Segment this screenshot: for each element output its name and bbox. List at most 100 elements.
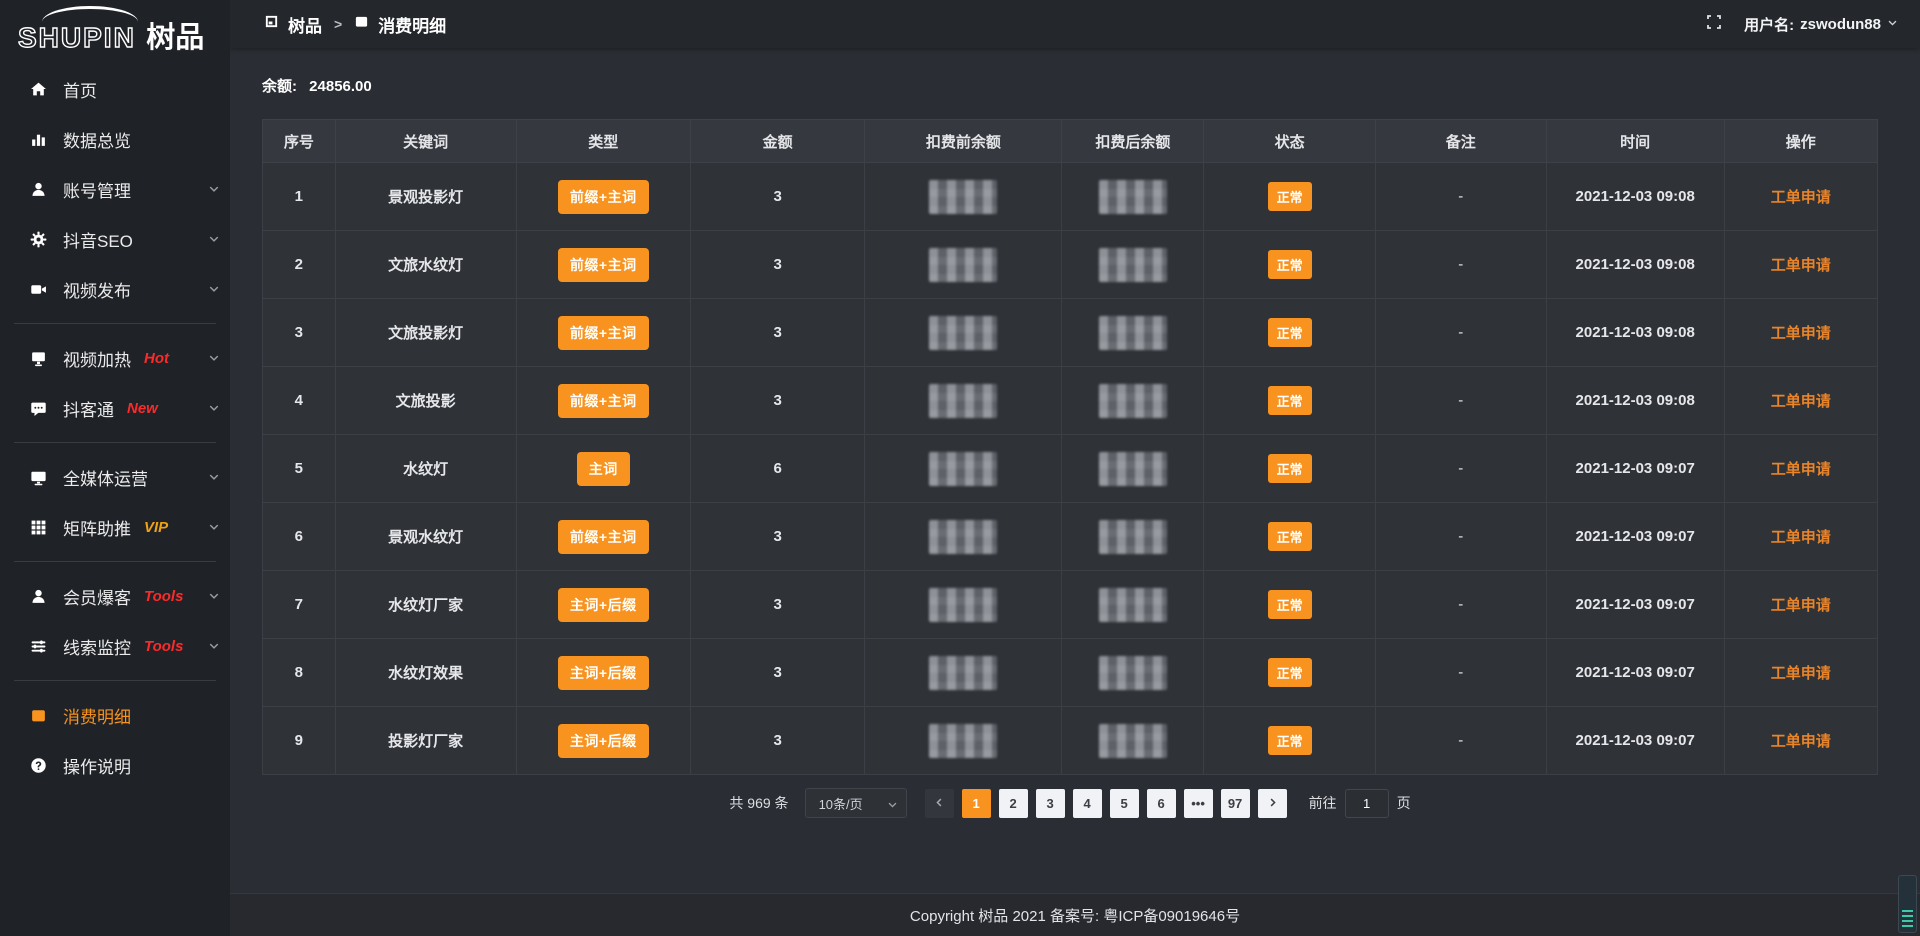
sidebar-item-会员爆客[interactable]: 会员爆客Tools: [0, 571, 230, 621]
cell-remark: -: [1375, 367, 1546, 435]
chevron-down-icon: [208, 352, 220, 364]
chevron-down-icon: [208, 590, 220, 602]
next-page-button[interactable]: [1258, 789, 1287, 818]
heat-icon: [28, 348, 48, 368]
chevron-down-icon: [208, 183, 220, 195]
chevron-down-icon: [208, 233, 220, 245]
sidebar-item-线索监控[interactable]: 线索监控Tools: [0, 621, 230, 671]
cell-action: 工单申请: [1724, 163, 1878, 231]
sidebar-item-首页[interactable]: 首页: [0, 64, 230, 114]
page-size-value: 10条/页: [819, 794, 863, 813]
sidebar-item-矩阵助推[interactable]: 矩阵助推VIP: [0, 502, 230, 552]
table-row: 7水纹灯厂家主词+后缀3正常-2021-12-03 09:07工单申请: [263, 571, 1878, 639]
sidebar-item-数据总览[interactable]: 数据总览: [0, 114, 230, 164]
cell-remark: -: [1375, 435, 1546, 503]
sidebar-item-视频加热[interactable]: 视频加热Hot: [0, 333, 230, 383]
cell-keyword: 文旅投影灯: [335, 299, 516, 367]
ticket-apply-link[interactable]: 工单申请: [1771, 597, 1831, 614]
sidebar: SHUPIN 树品 首页数据总览账号管理抖音SEO视频发布视频加热Hot抖客通N…: [0, 0, 230, 936]
cell-amount: 6: [690, 435, 864, 503]
user-dropdown[interactable]: 用户名: zswodun88: [1744, 14, 1898, 35]
table-row: 5水纹灯主词6正常-2021-12-03 09:07工单申请: [263, 435, 1878, 503]
fullscreen-icon[interactable]: [1706, 14, 1722, 35]
cell-balance-after: [1062, 707, 1204, 775]
page-button-4[interactable]: 4: [1073, 789, 1102, 818]
sidebar-item-视频发布[interactable]: 视频发布: [0, 264, 230, 314]
pagination: 共 969 条 10条/页 123456•••97 前往 页: [262, 788, 1878, 818]
ticket-apply-link[interactable]: 工单申请: [1771, 665, 1831, 682]
type-badge: 前缀+主词: [558, 180, 649, 214]
breadcrumb-home[interactable]: 树品: [288, 12, 322, 37]
sidebar-item-抖音SEO[interactable]: 抖音SEO: [0, 214, 230, 264]
ticket-apply-link[interactable]: 工单申请: [1771, 529, 1831, 546]
ticket-apply-link[interactable]: 工单申请: [1771, 257, 1831, 274]
floating-widget[interactable]: [1898, 875, 1917, 933]
page-button-3[interactable]: 3: [1036, 789, 1065, 818]
ticket-apply-link[interactable]: 工单申请: [1771, 189, 1831, 206]
type-badge: 主词+后缀: [558, 656, 649, 690]
cell-no: 7: [263, 571, 336, 639]
sidebar-item-账号管理[interactable]: 账号管理: [0, 164, 230, 214]
type-badge: 前缀+主词: [558, 520, 649, 554]
type-badge: 前缀+主词: [558, 384, 649, 418]
cell-status: 正常: [1204, 639, 1375, 707]
page-button-1[interactable]: 1: [962, 789, 991, 818]
ticket-apply-link[interactable]: 工单申请: [1771, 393, 1831, 410]
page-button-97[interactable]: 97: [1221, 789, 1250, 818]
cell-keyword: 水纹灯效果: [335, 639, 516, 707]
column-header-操作: 操作: [1724, 120, 1878, 163]
table-body: 1景观投影灯前缀+主词3正常-2021-12-03 09:08工单申请2文旅水纹…: [263, 163, 1878, 775]
sidebar-item-label: 会员爆客: [63, 584, 131, 609]
prev-page-button[interactable]: [925, 789, 954, 818]
home-icon: [28, 79, 48, 99]
sidebar-item-label: 操作说明: [63, 753, 131, 778]
cell-balance-after: [1062, 367, 1204, 435]
cell-remark: -: [1375, 503, 1546, 571]
sidebar-item-label: 全媒体运营: [63, 465, 148, 490]
masked-balance-before: [929, 452, 997, 486]
cell-no: 5: [263, 435, 336, 503]
sidebar-divider: [14, 561, 216, 562]
sidebar-item-全媒体运营[interactable]: 全媒体运营: [0, 452, 230, 502]
status-badge: 正常: [1268, 182, 1312, 211]
logo-text-en: SHUPIN: [18, 22, 136, 53]
chevron-down-icon: [208, 521, 220, 533]
masked-balance-after: [1099, 316, 1167, 350]
gear-icon: [28, 229, 48, 249]
status-badge: 正常: [1268, 658, 1312, 687]
cell-type: 前缀+主词: [516, 503, 690, 571]
cell-time: 2021-12-03 09:07: [1546, 707, 1724, 775]
page-button-5[interactable]: 5: [1110, 789, 1139, 818]
column-header-关键词: 关键词: [335, 120, 516, 163]
sidebar-item-消费明细[interactable]: 消费明细: [0, 690, 230, 740]
cell-amount: 3: [690, 231, 864, 299]
balance-value: 24856.00: [309, 78, 372, 95]
masked-balance-before: [929, 248, 997, 282]
chevron-down-icon: [208, 402, 220, 414]
page-button-2[interactable]: 2: [999, 789, 1028, 818]
sidebar-item-label: 首页: [63, 77, 97, 102]
cell-remark: -: [1375, 231, 1546, 299]
sidebar-item-抖客通[interactable]: 抖客通New: [0, 383, 230, 433]
cell-balance-before: [865, 231, 1062, 299]
page-button-6[interactable]: 6: [1147, 789, 1176, 818]
cell-balance-before: [865, 639, 1062, 707]
status-badge: 正常: [1268, 386, 1312, 415]
ticket-apply-link[interactable]: 工单申请: [1771, 733, 1831, 750]
table-row: 2文旅水纹灯前缀+主词3正常-2021-12-03 09:08工单申请: [263, 231, 1878, 299]
cell-balance-before: [865, 435, 1062, 503]
cell-no: 1: [263, 163, 336, 231]
cell-status: 正常: [1204, 571, 1375, 639]
sidebar-item-操作说明[interactable]: 操作说明: [0, 740, 230, 790]
goto-label: 前往: [1309, 793, 1337, 813]
topbar-right: 用户名: zswodun88: [1706, 14, 1898, 35]
page-size-select[interactable]: 10条/页: [805, 788, 907, 818]
more-pages-button[interactable]: •••: [1184, 789, 1213, 818]
masked-balance-after: [1099, 384, 1167, 418]
user-icon: [28, 179, 48, 199]
ticket-apply-link[interactable]: 工单申请: [1771, 461, 1831, 478]
goto-page-input[interactable]: [1345, 789, 1389, 818]
status-badge: 正常: [1268, 590, 1312, 619]
ticket-apply-link[interactable]: 工单申请: [1771, 325, 1831, 342]
cell-balance-after: [1062, 163, 1204, 231]
